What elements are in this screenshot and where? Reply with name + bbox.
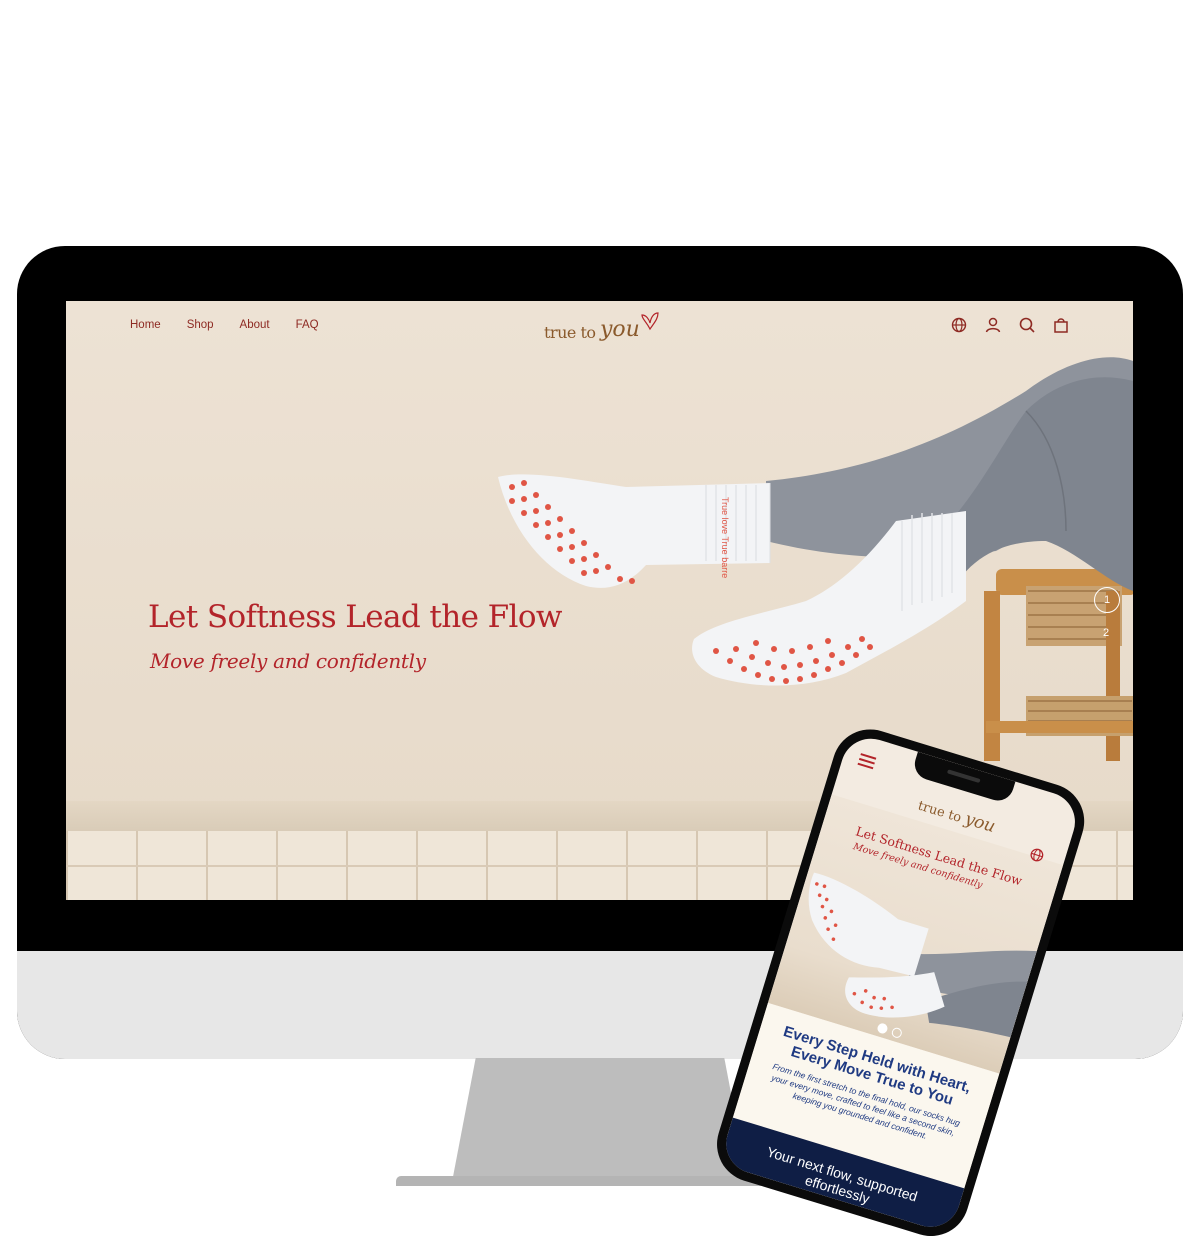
monitor-stand [452, 1058, 748, 1182]
slide-1-button[interactable]: 1 [1094, 587, 1120, 613]
nav-faq[interactable]: FAQ [296, 319, 319, 331]
menu-icon[interactable] [857, 753, 877, 770]
mobile-slide-dot-1[interactable] [876, 1022, 889, 1035]
butterfly-icon [641, 312, 659, 331]
logo-script: you [600, 317, 640, 342]
nav-about[interactable]: About [240, 319, 270, 331]
logo-text: true to [544, 323, 596, 342]
slide-2-button[interactable]: 2 [1094, 627, 1118, 639]
header-icons [950, 316, 1070, 334]
slide-pagination: 1 2 [1094, 587, 1124, 639]
mobile-logo-script: you [962, 808, 998, 838]
nav-home[interactable]: Home [130, 319, 161, 331]
nav-shop[interactable]: Shop [187, 319, 214, 331]
globe-icon[interactable] [950, 316, 968, 334]
hero-title: Let Softness Lead the Flow [148, 599, 562, 635]
brand-logo[interactable]: true to you [544, 311, 664, 347]
hero-subtitle: Move freely and confidently [150, 649, 426, 673]
cart-icon[interactable] [1052, 316, 1070, 334]
search-icon[interactable] [1018, 316, 1036, 334]
sock-print-text: True love True barre [720, 497, 730, 578]
account-icon[interactable] [984, 316, 1002, 334]
main-nav: Home Shop About FAQ [130, 319, 319, 331]
mobile-slide-dot-2[interactable] [890, 1026, 904, 1040]
